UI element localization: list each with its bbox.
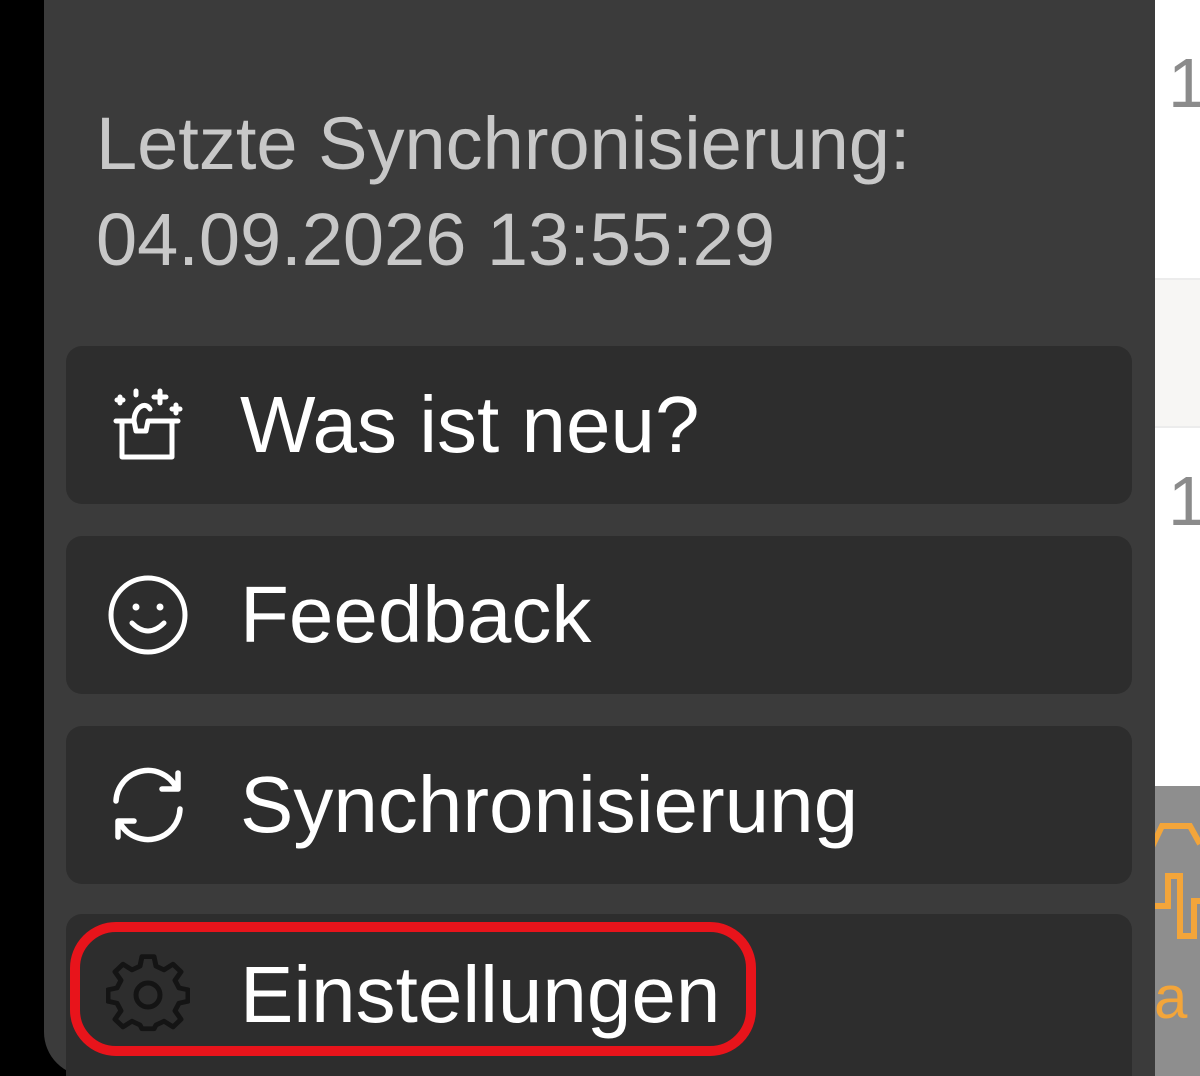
account-menu-popover: Letzte Synchronisierung: 04.09.2026 13:5… bbox=[44, 0, 1155, 1076]
background-row-number: 1 bbox=[1168, 462, 1200, 540]
smiley-icon bbox=[104, 571, 192, 659]
background-row-highlight bbox=[1150, 280, 1200, 428]
menu-item-whats-new[interactable]: Was ist neu? bbox=[66, 346, 1132, 504]
last-sync-label: Letzte Synchronisierung: bbox=[96, 102, 911, 185]
last-sync-info: Letzte Synchronisierung: 04.09.2026 13:5… bbox=[96, 96, 1136, 288]
background-app-pane: 1 1 a bbox=[1150, 0, 1200, 1076]
menu-item-sync[interactable]: Synchronisierung bbox=[66, 726, 1132, 884]
background-divider bbox=[1150, 426, 1200, 428]
gear-icon bbox=[104, 951, 192, 1039]
menu-item-feedback[interactable]: Feedback bbox=[66, 536, 1132, 694]
menu-item-label: Was ist neu? bbox=[240, 380, 700, 469]
background-thumbnail bbox=[1150, 786, 1200, 1076]
background-row-number: 1 bbox=[1168, 44, 1200, 122]
background-thumbnail-text: a bbox=[1154, 964, 1188, 1031]
last-sync-timestamp: 04.09.2026 13:55:29 bbox=[96, 198, 775, 281]
waveform-icon bbox=[1150, 823, 1200, 939]
sync-arrows-icon bbox=[104, 761, 192, 849]
sparkle-box-icon bbox=[104, 381, 192, 469]
menu-item-settings[interactable]: Einstellungen bbox=[66, 914, 1132, 1076]
menu-item-label: Einstellungen bbox=[240, 950, 721, 1039]
menu-item-label: Synchronisierung bbox=[240, 760, 859, 849]
menu-item-label: Feedback bbox=[240, 570, 592, 659]
